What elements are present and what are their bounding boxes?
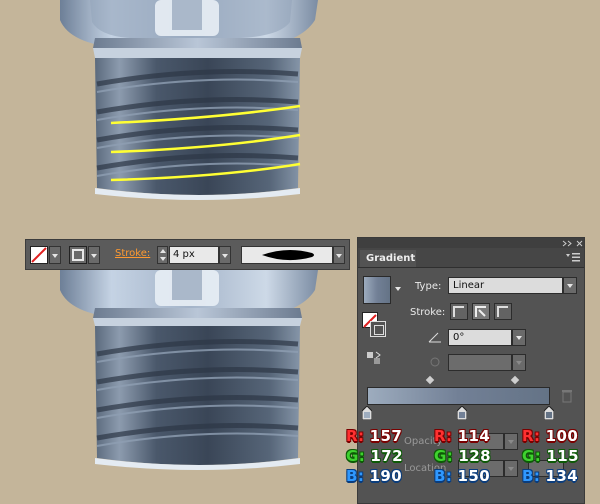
type-select[interactable]: Linear <box>448 277 563 294</box>
gradient-stop[interactable] <box>362 406 372 420</box>
panel-menu-icon[interactable] <box>566 253 580 262</box>
panel-titlebar[interactable] <box>358 238 584 248</box>
gradient-slider[interactable] <box>367 387 550 405</box>
stop-1-blue: B: 190 <box>346 467 403 485</box>
tab-gradient[interactable]: Gradient <box>360 250 416 267</box>
stroke-across-icon <box>497 306 508 317</box>
stroke-dropdown-arrow[interactable] <box>88 246 100 264</box>
brush-profile-field[interactable] <box>241 246 333 264</box>
bulb-top <box>60 0 318 200</box>
stop-1-green: G: 172 <box>346 447 404 465</box>
stroke-label[interactable]: Stroke: <box>115 248 150 259</box>
aspect-ratio-icon <box>430 357 440 367</box>
brush-profile-dropdown[interactable] <box>333 246 345 264</box>
stroke-along-icon <box>475 306 486 317</box>
trash-icon[interactable] <box>561 389 573 403</box>
stop-3-red: R: 100 <box>522 427 579 445</box>
stroke-control-bar: Stroke: 4 px <box>25 239 350 270</box>
stop-3-blue: B: 134 <box>522 467 579 485</box>
stop-1-red: R: 157 <box>346 427 403 445</box>
close-icon[interactable] <box>576 240 583 247</box>
stop-2-red: R: 114 <box>434 427 491 445</box>
gradient-midpoint[interactable] <box>510 375 520 385</box>
stop-3-green: G: 115 <box>522 447 580 465</box>
opacity-dropdown <box>504 433 518 450</box>
stroke-weight-dropdown[interactable] <box>219 246 231 264</box>
stroke-swatch[interactable] <box>69 246 87 264</box>
preview-dropdown-arrow[interactable] <box>395 287 401 291</box>
location-dropdown <box>504 460 518 477</box>
fill-swatch[interactable] <box>30 246 48 264</box>
angle-field[interactable]: 0° <box>448 329 512 346</box>
angle-icon <box>428 332 441 343</box>
gradient-midpoint[interactable] <box>425 375 435 385</box>
none-fill-icon <box>31 247 47 263</box>
stop-2-green: G: 128 <box>434 447 492 465</box>
gradient-stroke-label: Stroke: <box>410 307 446 318</box>
reverse-gradient-icon[interactable] <box>366 350 382 366</box>
fill-dropdown-arrow[interactable] <box>49 246 61 264</box>
type-dropdown-arrow[interactable] <box>563 277 577 294</box>
panel-tab-row: Gradient <box>358 248 584 268</box>
stop-2-blue: B: 150 <box>434 467 491 485</box>
bulb-bottom <box>60 270 318 470</box>
stroke-within-icon <box>453 306 464 317</box>
stroke-gradient-across-button[interactable] <box>494 303 512 320</box>
brush-profile-icon <box>262 249 314 261</box>
collapse-icon[interactable] <box>562 240 574 247</box>
stroke-weight-field[interactable]: 4 px <box>169 246 219 264</box>
gradient-stop[interactable] <box>457 406 467 420</box>
gradient-preview-swatch[interactable] <box>363 276 391 304</box>
gradient-stop[interactable] <box>544 406 554 420</box>
stroke-gradient-along-button[interactable] <box>472 303 490 320</box>
stroke-weight-stepper[interactable] <box>157 246 168 264</box>
stroke-indicator[interactable] <box>370 321 386 337</box>
angle-dropdown-arrow[interactable] <box>512 329 526 346</box>
aspect-ratio-field <box>448 354 512 371</box>
type-label: Type: <box>415 281 442 292</box>
stroke-gradient-within-button[interactable] <box>450 303 468 320</box>
aspect-ratio-dropdown <box>512 354 526 371</box>
stroke-square-icon <box>72 249 84 261</box>
